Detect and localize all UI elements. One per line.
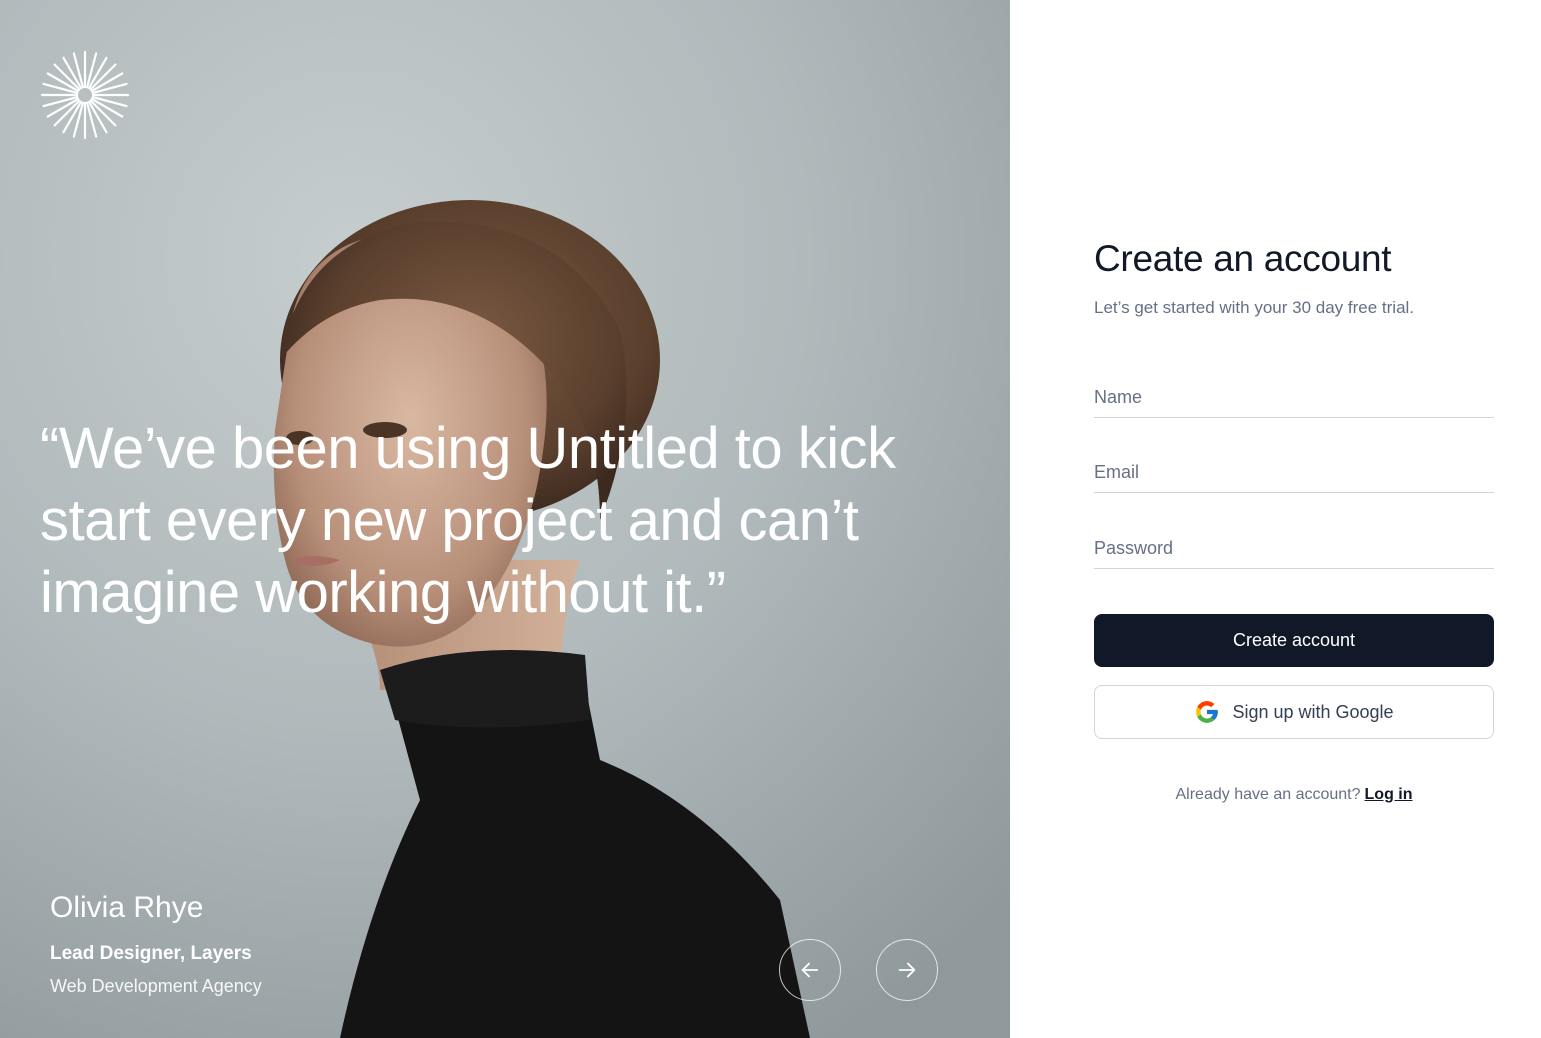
page-title: Create an account <box>1094 238 1392 279</box>
name-input[interactable] <box>1094 387 1494 408</box>
login-prompt-text: Already have an account? <box>1175 786 1361 803</box>
author-company: Web Development Agency <box>50 976 262 996</box>
login-prompt-row: Already have an account? Log in <box>1094 784 1494 806</box>
testimonial-hero: “We’ve been using Untitled to kick start… <box>0 0 1010 1038</box>
google-icon <box>1196 701 1219 723</box>
email-input[interactable] <box>1094 462 1494 483</box>
previous-testimonial-button[interactable] <box>779 939 841 1001</box>
login-link[interactable]: Log in <box>1365 786 1413 803</box>
arrow-right-icon <box>898 962 916 978</box>
arrow-left-icon <box>801 962 819 978</box>
create-account-label: Create account <box>1232 630 1356 650</box>
password-field-wrapper <box>1094 529 1494 569</box>
google-signup-button[interactable]: Sign up with Google <box>1094 685 1494 739</box>
name-field-wrapper <box>1094 378 1494 418</box>
google-signup-label: Sign up with Google <box>1232 701 1394 722</box>
testimonial-quote: “We’ve been using Untitled to kick start… <box>40 416 896 625</box>
testimonial-author: Olivia Rhye Lead Designer, Layers Web De… <box>50 888 262 998</box>
page-subtitle: Let’s get started with your 30 day free … <box>1094 298 1415 317</box>
author-name: Olivia Rhye <box>50 891 204 924</box>
create-account-button[interactable]: Create account <box>1094 614 1494 667</box>
email-field-wrapper <box>1094 453 1494 493</box>
next-testimonial-button[interactable] <box>876 939 938 1001</box>
author-role: Lead Designer, Layers <box>50 943 252 964</box>
signup-form-panel: Create an account Let’s get started with… <box>1010 0 1541 1038</box>
starburst-logo-icon <box>40 50 130 140</box>
signup-page: “We’ve been using Untitled to kick start… <box>0 0 1541 1038</box>
password-input[interactable] <box>1094 538 1494 559</box>
